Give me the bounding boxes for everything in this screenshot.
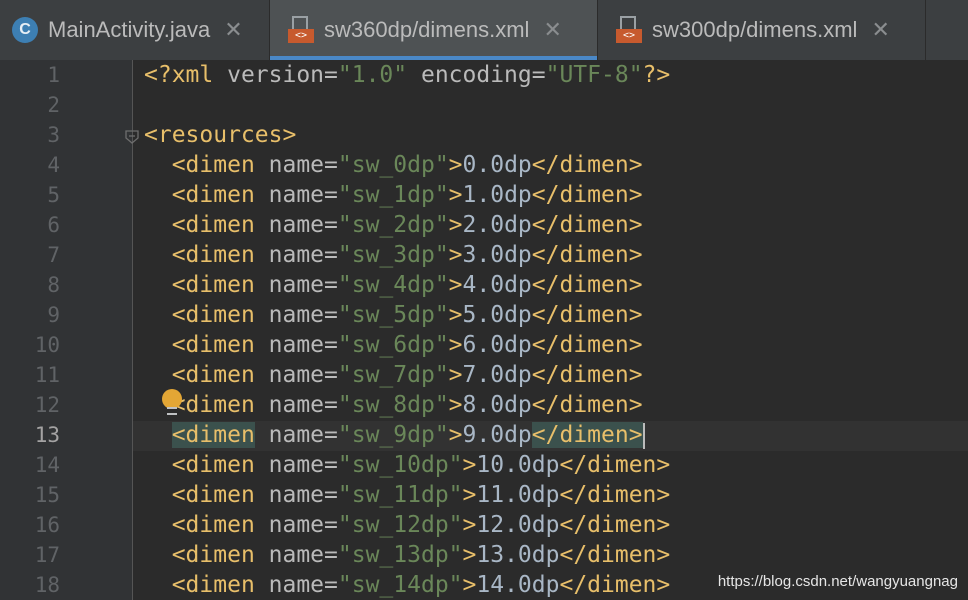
line-number: 16 <box>34 513 60 537</box>
line-number: 6 <box>47 213 60 237</box>
code-line-7[interactable]: <dimen name="sw_3dp">3.0dp</dimen> <box>144 240 643 270</box>
line-number: 2 <box>47 93 60 117</box>
code-line-10[interactable]: <dimen name="sw_6dp">6.0dp</dimen> <box>144 330 643 360</box>
code-line-11[interactable]: <dimen name="sw_7dp">7.0dp</dimen> <box>144 360 643 390</box>
code-line-17[interactable]: <dimen name="sw_13dp">13.0dp</dimen> <box>144 540 671 570</box>
line-number: 15 <box>34 483 60 507</box>
tab-label: MainActivity.java <box>48 17 211 42</box>
xml-file-icon: <> <box>616 16 642 44</box>
code-line-4[interactable]: <dimen name="sw_0dp">0.0dp</dimen> <box>144 150 643 180</box>
line-number: 14 <box>34 453 60 477</box>
line-number: 13 <box>34 423 60 447</box>
code-line-5[interactable]: <dimen name="sw_1dp">1.0dp</dimen> <box>144 180 643 210</box>
line-number: 3 <box>47 123 60 147</box>
code-line-13[interactable]: <dimen name="sw_9dp">9.0dp</dimen> <box>144 420 645 450</box>
line-number: 10 <box>34 333 60 357</box>
code-line-15[interactable]: <dimen name="sw_11dp">11.0dp</dimen> <box>144 480 671 510</box>
tab-label: sw300dp/dimens.xml <box>652 17 858 42</box>
code-line-14[interactable]: <dimen name="sw_10dp">10.0dp</dimen> <box>144 450 671 480</box>
tab-label: sw360dp/dimens.xml <box>324 17 530 42</box>
tab-mainactivity-java[interactable]: C MainActivity.java ✕ <box>0 0 270 60</box>
tab-sw300dp-dimens-xml[interactable]: <> sw300dp/dimens.xml ✕ <box>598 0 926 60</box>
line-number: 18 <box>34 573 60 597</box>
line-number: 1 <box>47 63 60 87</box>
line-number: 17 <box>34 543 60 567</box>
code-line-12[interactable]: <dimen name="sw_8dp">8.0dp</dimen> <box>144 390 643 420</box>
lightbulb-icon[interactable] <box>162 389 182 417</box>
line-number: 9 <box>47 303 60 327</box>
java-class-icon: C <box>12 17 38 43</box>
code-line-16[interactable]: <dimen name="sw_12dp">12.0dp</dimen> <box>144 510 671 540</box>
watermark: https://blog.csdn.net/wangyuangnag <box>717 573 958 590</box>
code-line-9[interactable]: <dimen name="sw_5dp">5.0dp</dimen> <box>144 300 643 330</box>
code-line-18[interactable]: <dimen name="sw_14dp">14.0dp</dimen> <box>144 570 671 600</box>
code-line-8[interactable]: <dimen name="sw_4dp">4.0dp</dimen> <box>144 270 643 300</box>
tab-sw360dp-dimens-xml[interactable]: <> sw360dp/dimens.xml ✕ <box>270 0 598 60</box>
code-line-1[interactable]: <?xml version="1.0" encoding="UTF-8"?> <box>144 60 670 90</box>
line-number: 8 <box>47 273 60 297</box>
close-icon[interactable]: ✕ <box>543 17 561 43</box>
line-number: 4 <box>47 153 60 177</box>
editor-tab-bar: C MainActivity.java ✕ <> sw360dp/dimens.… <box>0 0 968 60</box>
line-number: 5 <box>47 183 60 207</box>
line-number: 12 <box>34 393 60 417</box>
text-caret <box>642 422 645 449</box>
line-number: 11 <box>34 363 60 387</box>
close-icon[interactable]: ✕ <box>871 17 889 43</box>
line-number: 7 <box>47 243 60 267</box>
code-line-3[interactable]: <resources> <box>144 120 296 150</box>
xml-file-icon: <> <box>288 16 314 44</box>
code-editor[interactable]: <?xml version="1.0" encoding="UTF-8"?> <… <box>133 60 968 600</box>
close-icon[interactable]: ✕ <box>224 17 242 43</box>
code-line-6[interactable]: <dimen name="sw_2dp">2.0dp</dimen> <box>144 210 643 240</box>
line-number-gutter[interactable]: 1 2 3 4 5 6 7 8 9 10 11 12 13 14 15 16 17 18 <box>0 60 132 600</box>
